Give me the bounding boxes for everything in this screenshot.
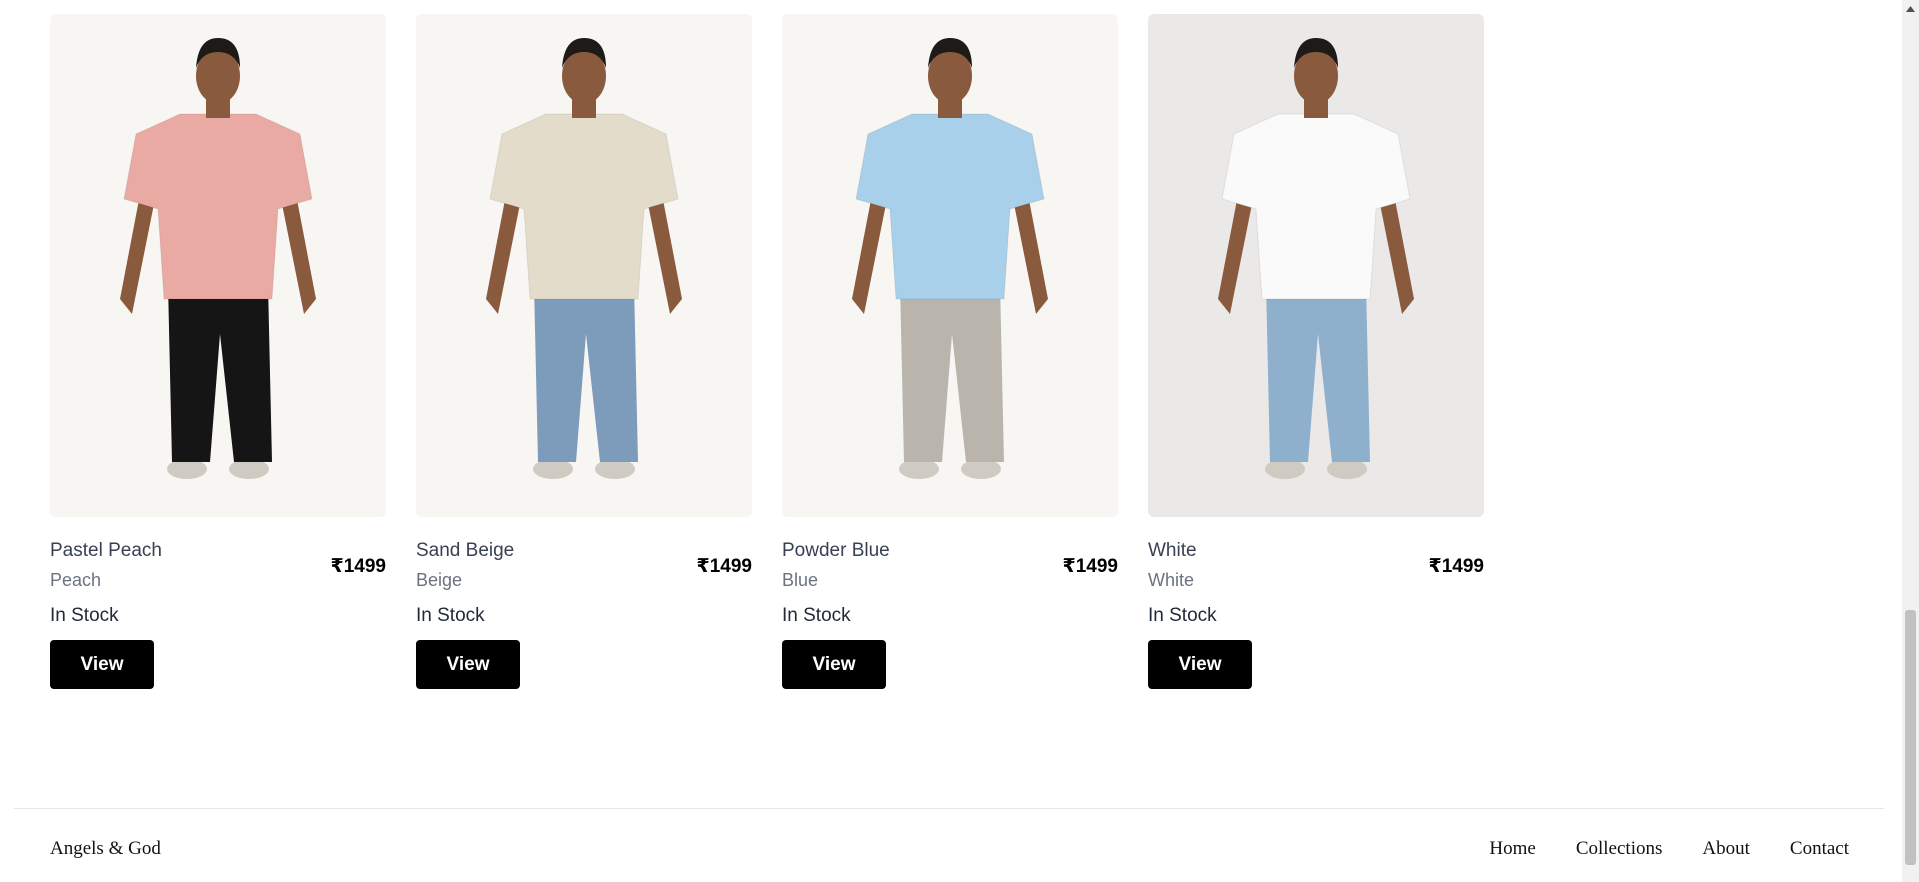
product-price: ₹1499 [1062, 556, 1119, 577]
model-photo [1148, 14, 1484, 517]
stock-status: In Stock [416, 605, 485, 626]
product-meta: Powder Blue Blue ₹1499 [782, 539, 1118, 591]
product-image[interactable] [416, 14, 752, 517]
product-info: Sand Beige Beige [416, 539, 514, 591]
product-image[interactable] [1148, 14, 1484, 517]
product-name: Pastel Peach [50, 540, 162, 561]
product-variant: Blue [782, 570, 819, 590]
footer-link-about[interactable]: About [1702, 838, 1750, 860]
product-info: Powder Blue Blue [782, 539, 890, 591]
product-card: Pastel Peach Peach ₹1499 In Stock View [50, 14, 386, 689]
view-button[interactable]: View [782, 640, 886, 689]
footer-link-home[interactable]: Home [1489, 838, 1535, 860]
product-price: ₹1499 [696, 556, 753, 577]
product-variant: White [1148, 570, 1195, 590]
page: Pastel Peach Peach ₹1499 In Stock View S… [0, 0, 1919, 882]
product-price: ₹1499 [330, 556, 387, 577]
product-card: Sand Beige Beige ₹1499 In Stock View [416, 14, 752, 689]
product-info: Pastel Peach Peach [50, 539, 162, 591]
product-variant: Peach [50, 570, 102, 590]
product-name: Powder Blue [782, 540, 890, 561]
view-button[interactable]: View [416, 640, 520, 689]
vertical-scrollbar[interactable] [1902, 0, 1919, 882]
model-photo [416, 14, 752, 517]
product-image[interactable] [782, 14, 1118, 517]
stock-status: In Stock [50, 605, 119, 626]
product-image[interactable] [50, 14, 386, 517]
product-meta: Pastel Peach Peach ₹1499 [50, 539, 386, 591]
product-card: White White ₹1499 In Stock View [1148, 14, 1484, 689]
scroll-thumb[interactable] [1905, 610, 1916, 865]
product-name: Sand Beige [416, 540, 515, 561]
product-variant: Beige [416, 570, 463, 590]
footer-link-contact[interactable]: Contact [1790, 838, 1849, 860]
scroll-up-icon[interactable] [1902, 0, 1919, 17]
footer-divider [14, 808, 1884, 809]
footer-link-collections[interactable]: Collections [1576, 838, 1663, 860]
product-card: Powder Blue Blue ₹1499 In Stock View [782, 14, 1118, 689]
view-button[interactable]: View [50, 640, 154, 689]
product-price: ₹1499 [1428, 556, 1485, 577]
view-button[interactable]: View [1148, 640, 1252, 689]
product-meta: Sand Beige Beige ₹1499 [416, 539, 752, 591]
product-info: White White [1148, 539, 1197, 591]
stock-status: In Stock [782, 605, 851, 626]
model-photo [50, 14, 386, 517]
product-name: White [1148, 540, 1197, 561]
footer-brand[interactable]: Angels & God [50, 838, 161, 860]
product-meta: White White ₹1499 [1148, 539, 1484, 591]
model-photo [782, 14, 1118, 517]
footer-nav: Home Collections About Contact [1489, 838, 1849, 860]
stock-status: In Stock [1148, 605, 1217, 626]
product-grid: Pastel Peach Peach ₹1499 In Stock View S… [50, 14, 1484, 689]
